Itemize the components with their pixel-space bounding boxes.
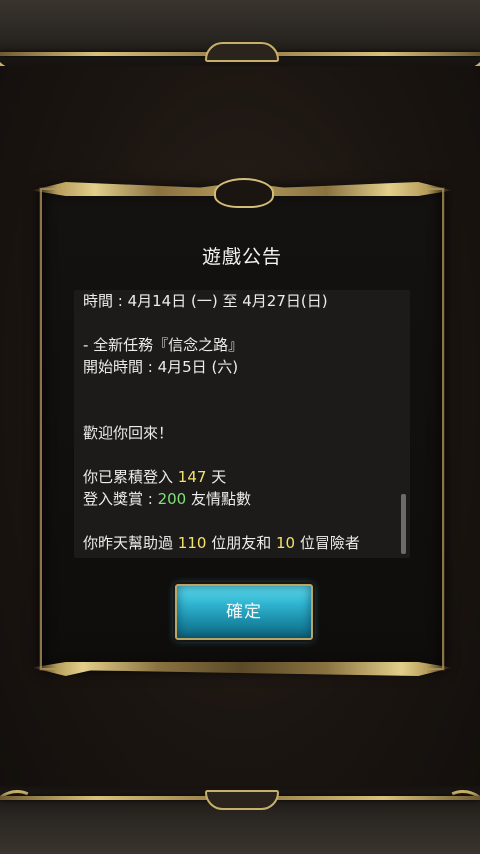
login-suffix: 天 bbox=[206, 468, 227, 486]
login-prefix: 你已累積登入 bbox=[83, 468, 178, 486]
login-streak: 你已累積登入 147 天 bbox=[83, 466, 398, 488]
welcome-message: 歡迎你回來！ bbox=[83, 424, 174, 442]
scroll-ornament-icon bbox=[0, 10, 52, 66]
reward-suffix: 友情點數 bbox=[186, 490, 252, 508]
help-summary: 你昨天幫助過 110 位朋友和 10 位冒險者 bbox=[83, 532, 398, 554]
crest-ornament-icon bbox=[205, 790, 279, 810]
crest-ornament-icon bbox=[205, 42, 279, 62]
announcement-text: 時間 : 4月14日 (一) 至 4月27日(日) - 全新任務『信念之路』 開… bbox=[83, 290, 398, 554]
announcement-dialog: 遊戲公告 時間 : 4月14日 (一) 至 4月27日(日) - 全新任務『信念… bbox=[32, 178, 452, 676]
help-friends-count: 110 bbox=[177, 534, 207, 552]
help-prefix: 你昨天幫助過 bbox=[83, 534, 178, 552]
notice-new-quest: - 全新任務『信念之路』 bbox=[83, 336, 244, 354]
reward-points: 200 bbox=[157, 490, 187, 508]
top-ornament-bar bbox=[0, 0, 480, 66]
bottom-ornament-bar bbox=[0, 786, 480, 854]
notice-period: 時間 : 4月14日 (一) 至 4月27日(日) bbox=[83, 292, 328, 310]
login-days: 147 bbox=[177, 468, 207, 486]
reward-prefix: 登入獎賞 : bbox=[83, 490, 158, 508]
confirm-button[interactable]: 確定 bbox=[175, 584, 313, 640]
help-mid: 位朋友和 bbox=[206, 534, 276, 552]
help-suffix: 位冒險者 bbox=[295, 534, 360, 552]
dialog-title: 遊戲公告 bbox=[201, 246, 282, 268]
scroll-ornament-icon bbox=[428, 10, 480, 66]
scrollbar[interactable] bbox=[401, 494, 406, 554]
help-adventurers-count: 10 bbox=[275, 534, 296, 552]
dialog-crest-icon bbox=[214, 178, 274, 208]
login-reward: 登入獎賞 : 200 友情點數 bbox=[83, 488, 398, 510]
announcement-scroll-area[interactable]: 時間 : 4月14日 (一) 至 4月27日(日) - 全新任務『信念之路』 開… bbox=[74, 290, 410, 558]
notice-start-time: 開始時間 : 4月5日 (六) bbox=[83, 358, 239, 376]
